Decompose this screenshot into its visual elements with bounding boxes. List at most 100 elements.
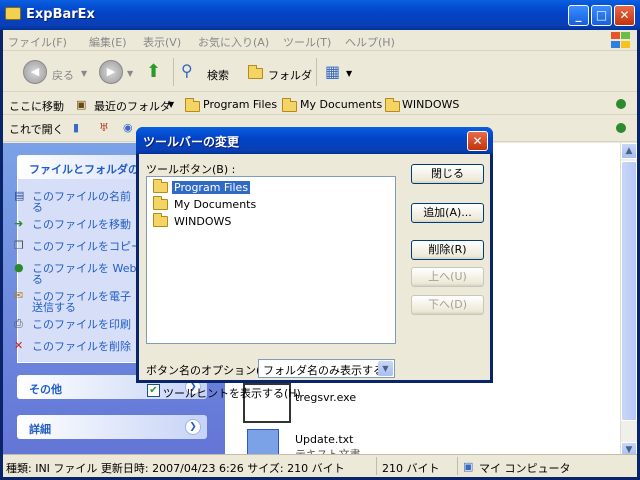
forward-dropdown-icon[interactable]: ▼ xyxy=(127,69,133,78)
task-rename[interactable]: ▤ このファイルの名前 る xyxy=(14,190,131,214)
text-file-icon[interactable] xyxy=(247,429,279,457)
views-icon[interactable]: ▦ xyxy=(325,62,340,81)
dialog-close-icon[interactable]: ✕ xyxy=(467,131,488,151)
task-print[interactable]: ⎙ このファイルを印刷 xyxy=(14,318,131,331)
status-info: 種類: INI ファイル 更新日時: 2007/04/23 6:26 サイズ: … xyxy=(6,462,345,475)
recent-folders-dropdown-icon[interactable]: ▼ xyxy=(168,100,174,109)
link-program-files[interactable]: Program Files xyxy=(203,98,277,111)
dialog-body: ツールボタン(B) : Program Files My Documents W… xyxy=(139,154,490,400)
close-dialog-button[interactable]: 閉じる xyxy=(411,164,484,184)
folders-button-label[interactable]: フォルダ xyxy=(268,67,312,83)
name-option-value: フォルダ名のみ表示する xyxy=(263,364,384,377)
list-item-label[interactable]: Program Files xyxy=(172,181,251,194)
add-button[interactable]: 追加(A)... xyxy=(411,203,484,223)
task-delete-label[interactable]: このファイルを削除 xyxy=(32,340,131,353)
status-bar: 種類: INI ファイル 更新日時: 2007/04/23 6:26 サイズ: … xyxy=(3,454,637,477)
app-icon[interactable]: ▮ xyxy=(73,121,79,134)
envelope-icon: ✉ xyxy=(14,289,24,302)
status-separator xyxy=(376,457,377,475)
scroll-up-icon[interactable]: ▲ xyxy=(621,143,637,159)
gear-icon[interactable] xyxy=(616,99,626,109)
move-up-button[interactable]: 上へ(U) xyxy=(411,267,484,287)
media-player-icon[interactable]: ◉ xyxy=(123,121,133,134)
chevron-down-icon[interactable]: ▼ xyxy=(378,361,393,376)
delete-button[interactable]: 削除(R) xyxy=(411,240,484,260)
menu-favorites[interactable]: お気に入り(A) xyxy=(198,34,269,50)
task-publish[interactable]: ● このファイルを Web る xyxy=(14,262,136,286)
back-button-label[interactable]: 戻る xyxy=(52,67,74,83)
dialog-title: ツールバーの変更 xyxy=(143,135,240,149)
folder-icon xyxy=(5,7,21,20)
link-my-documents[interactable]: My Documents xyxy=(300,98,382,111)
minimize-button[interactable]: _ xyxy=(568,5,589,26)
title-bar[interactable]: ExpBarEx _ □ ✕ xyxy=(0,0,640,30)
menu-help[interactable]: ヘルプ(H) xyxy=(345,34,395,50)
move-down-button[interactable]: 下へ(D) xyxy=(411,295,484,315)
open-with-label: これで開く xyxy=(9,123,64,136)
link-windows[interactable]: WINDOWS xyxy=(402,98,459,111)
recent-folders-icon: ▣ xyxy=(76,98,87,111)
task-rename-label-cont[interactable]: る xyxy=(32,201,43,214)
toolbar-buttons-label: ツールボタン(B) : xyxy=(146,163,236,176)
file-name[interactable]: Update.txt xyxy=(295,433,353,446)
printer-icon: ⎙ xyxy=(14,317,23,330)
toolbar-separator xyxy=(316,58,317,86)
task-print-label[interactable]: このファイルを印刷 xyxy=(32,318,131,331)
copy-icon: ❐ xyxy=(14,239,24,252)
task-rename-label[interactable]: このファイルの名前 xyxy=(32,190,131,203)
task-move-label[interactable]: このファイルを移動 xyxy=(32,218,131,231)
recent-folders-button[interactable]: 最近のフォルダ xyxy=(94,98,171,114)
details-header[interactable]: 詳細 ❯ xyxy=(17,415,207,439)
search-icon[interactable]: ⚲ xyxy=(181,61,193,80)
goto-label: ここに移動 xyxy=(9,100,64,113)
folder-icon xyxy=(185,98,200,112)
folders-icon[interactable] xyxy=(248,65,263,79)
task-delete[interactable]: ✕ このファイルを削除 xyxy=(14,340,131,353)
scroll-thumb[interactable] xyxy=(621,161,637,421)
tooltip-checkbox[interactable]: ✔ xyxy=(147,384,160,397)
search-button-label[interactable]: 検索 xyxy=(207,67,229,83)
task-publish-label[interactable]: このファイルを Web xyxy=(32,262,136,275)
toolbar-buttons-list[interactable]: Program Files My Documents WINDOWS xyxy=(146,176,396,344)
name-option-select[interactable]: フォルダ名のみ表示する ▼ xyxy=(258,359,395,378)
task-email[interactable]: ✉ このファイルを電子 送信する xyxy=(14,290,131,314)
maximize-button[interactable]: □ xyxy=(591,5,612,26)
menu-bar: ファイル(F) 編集(E) 表示(V) お気に入り(A) ツール(T) ヘルプ(… xyxy=(3,30,637,51)
views-dropdown-icon[interactable]: ▼ xyxy=(346,69,352,78)
window-title: ExpBarEx xyxy=(26,7,95,22)
menu-edit[interactable]: 編集(E) xyxy=(89,34,127,50)
vertical-scrollbar[interactable]: ▲ ▼ xyxy=(620,143,637,458)
task-email-label-cont[interactable]: 送信する xyxy=(32,301,76,314)
delete-x-icon: ✕ xyxy=(14,339,24,352)
back-arrow-icon[interactable]: ◀ xyxy=(23,60,47,84)
standard-toolbar: ◀ 戻る ▼ ▶ ▼ ⬆ ⚲ 検索 フォルダ ▦ ▼ xyxy=(3,52,637,92)
status-separator xyxy=(457,457,458,475)
move-icon: ➜ xyxy=(14,217,24,230)
folder-icon xyxy=(153,213,168,227)
task-publish-label-cont[interactable]: る xyxy=(32,273,43,286)
dialog-title-bar[interactable]: ツールバーの変更 ✕ xyxy=(136,127,493,154)
app-icon[interactable]: ♅ xyxy=(99,121,109,134)
list-item-label[interactable]: WINDOWS xyxy=(172,215,233,228)
folder-icon xyxy=(282,98,297,112)
gear-icon[interactable] xyxy=(616,123,626,133)
folder-icon xyxy=(153,179,168,193)
up-folder-icon[interactable]: ⬆ xyxy=(146,61,161,82)
list-item-label[interactable]: My Documents xyxy=(172,198,258,211)
back-dropdown-icon[interactable]: ▼ xyxy=(81,69,87,78)
task-copy[interactable]: ❐ このファイルをコピー xyxy=(14,240,142,253)
chevron-down-icon[interactable]: ❯ xyxy=(185,419,201,435)
details-title: 詳細 xyxy=(29,423,51,436)
file-name[interactable]: tregsvr.exe xyxy=(295,391,356,404)
menu-tools[interactable]: ツール(T) xyxy=(283,34,331,50)
menu-file[interactable]: ファイル(F) xyxy=(8,34,67,50)
status-location: マイ コンピュータ xyxy=(479,462,571,475)
close-button[interactable]: ✕ xyxy=(614,5,635,26)
other-places-title: その他 xyxy=(29,383,62,396)
tooltip-checkbox-label[interactable]: ツールヒントを表示する(H) xyxy=(163,385,301,401)
menu-view[interactable]: 表示(V) xyxy=(143,34,181,50)
file-tasks-title: ファイルとフォルダのタ xyxy=(29,163,150,176)
task-move[interactable]: ➜ このファイルを移動 xyxy=(14,218,131,231)
forward-arrow-icon[interactable]: ▶ xyxy=(99,60,123,84)
task-copy-label[interactable]: このファイルをコピー xyxy=(32,240,142,253)
